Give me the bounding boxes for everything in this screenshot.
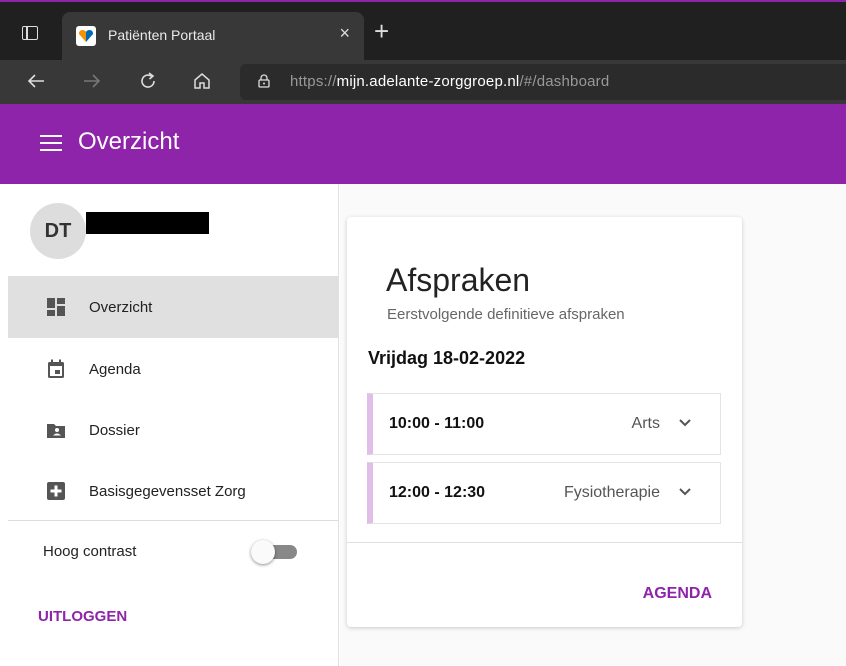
- redacted-user-name: [86, 212, 209, 234]
- sidebar-divider: [8, 520, 339, 521]
- appointment-item[interactable]: 12:00 - 12:30 Fysiotherapie: [367, 462, 721, 524]
- lock-icon[interactable]: [258, 74, 270, 88]
- chevron-down-icon[interactable]: [678, 487, 692, 497]
- medical-plus-icon: [47, 482, 65, 500]
- toggle-knob: [251, 540, 275, 564]
- sidebar: DT Overzicht Agenda Dossier Basisgegeven…: [8, 184, 339, 666]
- sidebar-item-label: Basisgegevensset Zorg: [89, 483, 246, 500]
- url-text[interactable]: https://mijn.adelante-zorggroep.nl/#/das…: [290, 73, 609, 90]
- back-icon[interactable]: [26, 71, 46, 91]
- browser-nav-bar: https://mijn.adelante-zorggroep.nl/#/das…: [0, 60, 846, 104]
- sidebar-item-overzicht[interactable]: Overzicht: [8, 276, 339, 338]
- appointment-time: 10:00 - 11:00: [389, 415, 485, 432]
- home-icon[interactable]: [192, 71, 212, 91]
- avatar: DT: [30, 203, 86, 259]
- forward-icon[interactable]: [82, 71, 102, 91]
- sidebar-item-basisgegevensset[interactable]: Basisgegevensset Zorg: [8, 460, 339, 522]
- address-bar[interactable]: https://mijn.adelante-zorggroep.nl/#/das…: [240, 64, 846, 100]
- hamburger-menu-icon[interactable]: [40, 135, 62, 151]
- appointment-time: 12:00 - 12:30: [389, 484, 486, 501]
- tab-title: Patiënten Portaal: [108, 27, 216, 43]
- tab-close-icon[interactable]: ×: [339, 23, 350, 44]
- appointment-date: Vrijdag 18-02-2022: [368, 348, 526, 368]
- card-title: Afspraken: [386, 262, 531, 298]
- agenda-button[interactable]: AGENDA: [643, 585, 712, 603]
- folder-person-icon: [47, 424, 65, 438]
- chevron-down-icon[interactable]: [678, 418, 692, 428]
- adelante-logo-icon: [76, 26, 96, 46]
- appointment-type: Arts: [631, 415, 660, 432]
- sidebar-item-dossier[interactable]: Dossier: [8, 399, 339, 461]
- main-content: Afspraken Eerstvolgende definitieve afsp…: [340, 184, 846, 666]
- card-divider: [347, 542, 742, 543]
- sidebar-item-label: Dossier: [89, 422, 140, 439]
- tab-actions-icon[interactable]: [22, 26, 38, 40]
- logout-button[interactable]: UITLOGGEN: [38, 608, 127, 625]
- new-tab-icon[interactable]: +: [374, 18, 389, 44]
- browser-tab-bar: Patiënten Portaal × +: [0, 0, 846, 62]
- app-header: Overzicht: [0, 104, 846, 184]
- dashboard-icon: [47, 298, 65, 316]
- browser-tab[interactable]: Patiënten Portaal ×: [62, 12, 364, 62]
- calendar-icon: [48, 359, 64, 378]
- page-title: Overzicht: [78, 128, 180, 155]
- appointments-card: Afspraken Eerstvolgende definitieve afsp…: [347, 217, 742, 627]
- sidebar-item-agenda[interactable]: Agenda: [8, 338, 339, 400]
- appointment-type: Fysiotherapie: [563, 484, 660, 501]
- refresh-icon[interactable]: [138, 71, 158, 91]
- high-contrast-label: Hoog contrast: [43, 543, 137, 560]
- sidebar-item-label: Overzicht: [89, 299, 153, 316]
- high-contrast-toggle[interactable]: [251, 540, 299, 564]
- appointment-item[interactable]: 10:00 - 11:00 Arts: [367, 393, 721, 455]
- card-subtitle: Eerstvolgende definitieve afspraken: [387, 306, 625, 323]
- sidebar-item-label: Agenda: [89, 361, 141, 378]
